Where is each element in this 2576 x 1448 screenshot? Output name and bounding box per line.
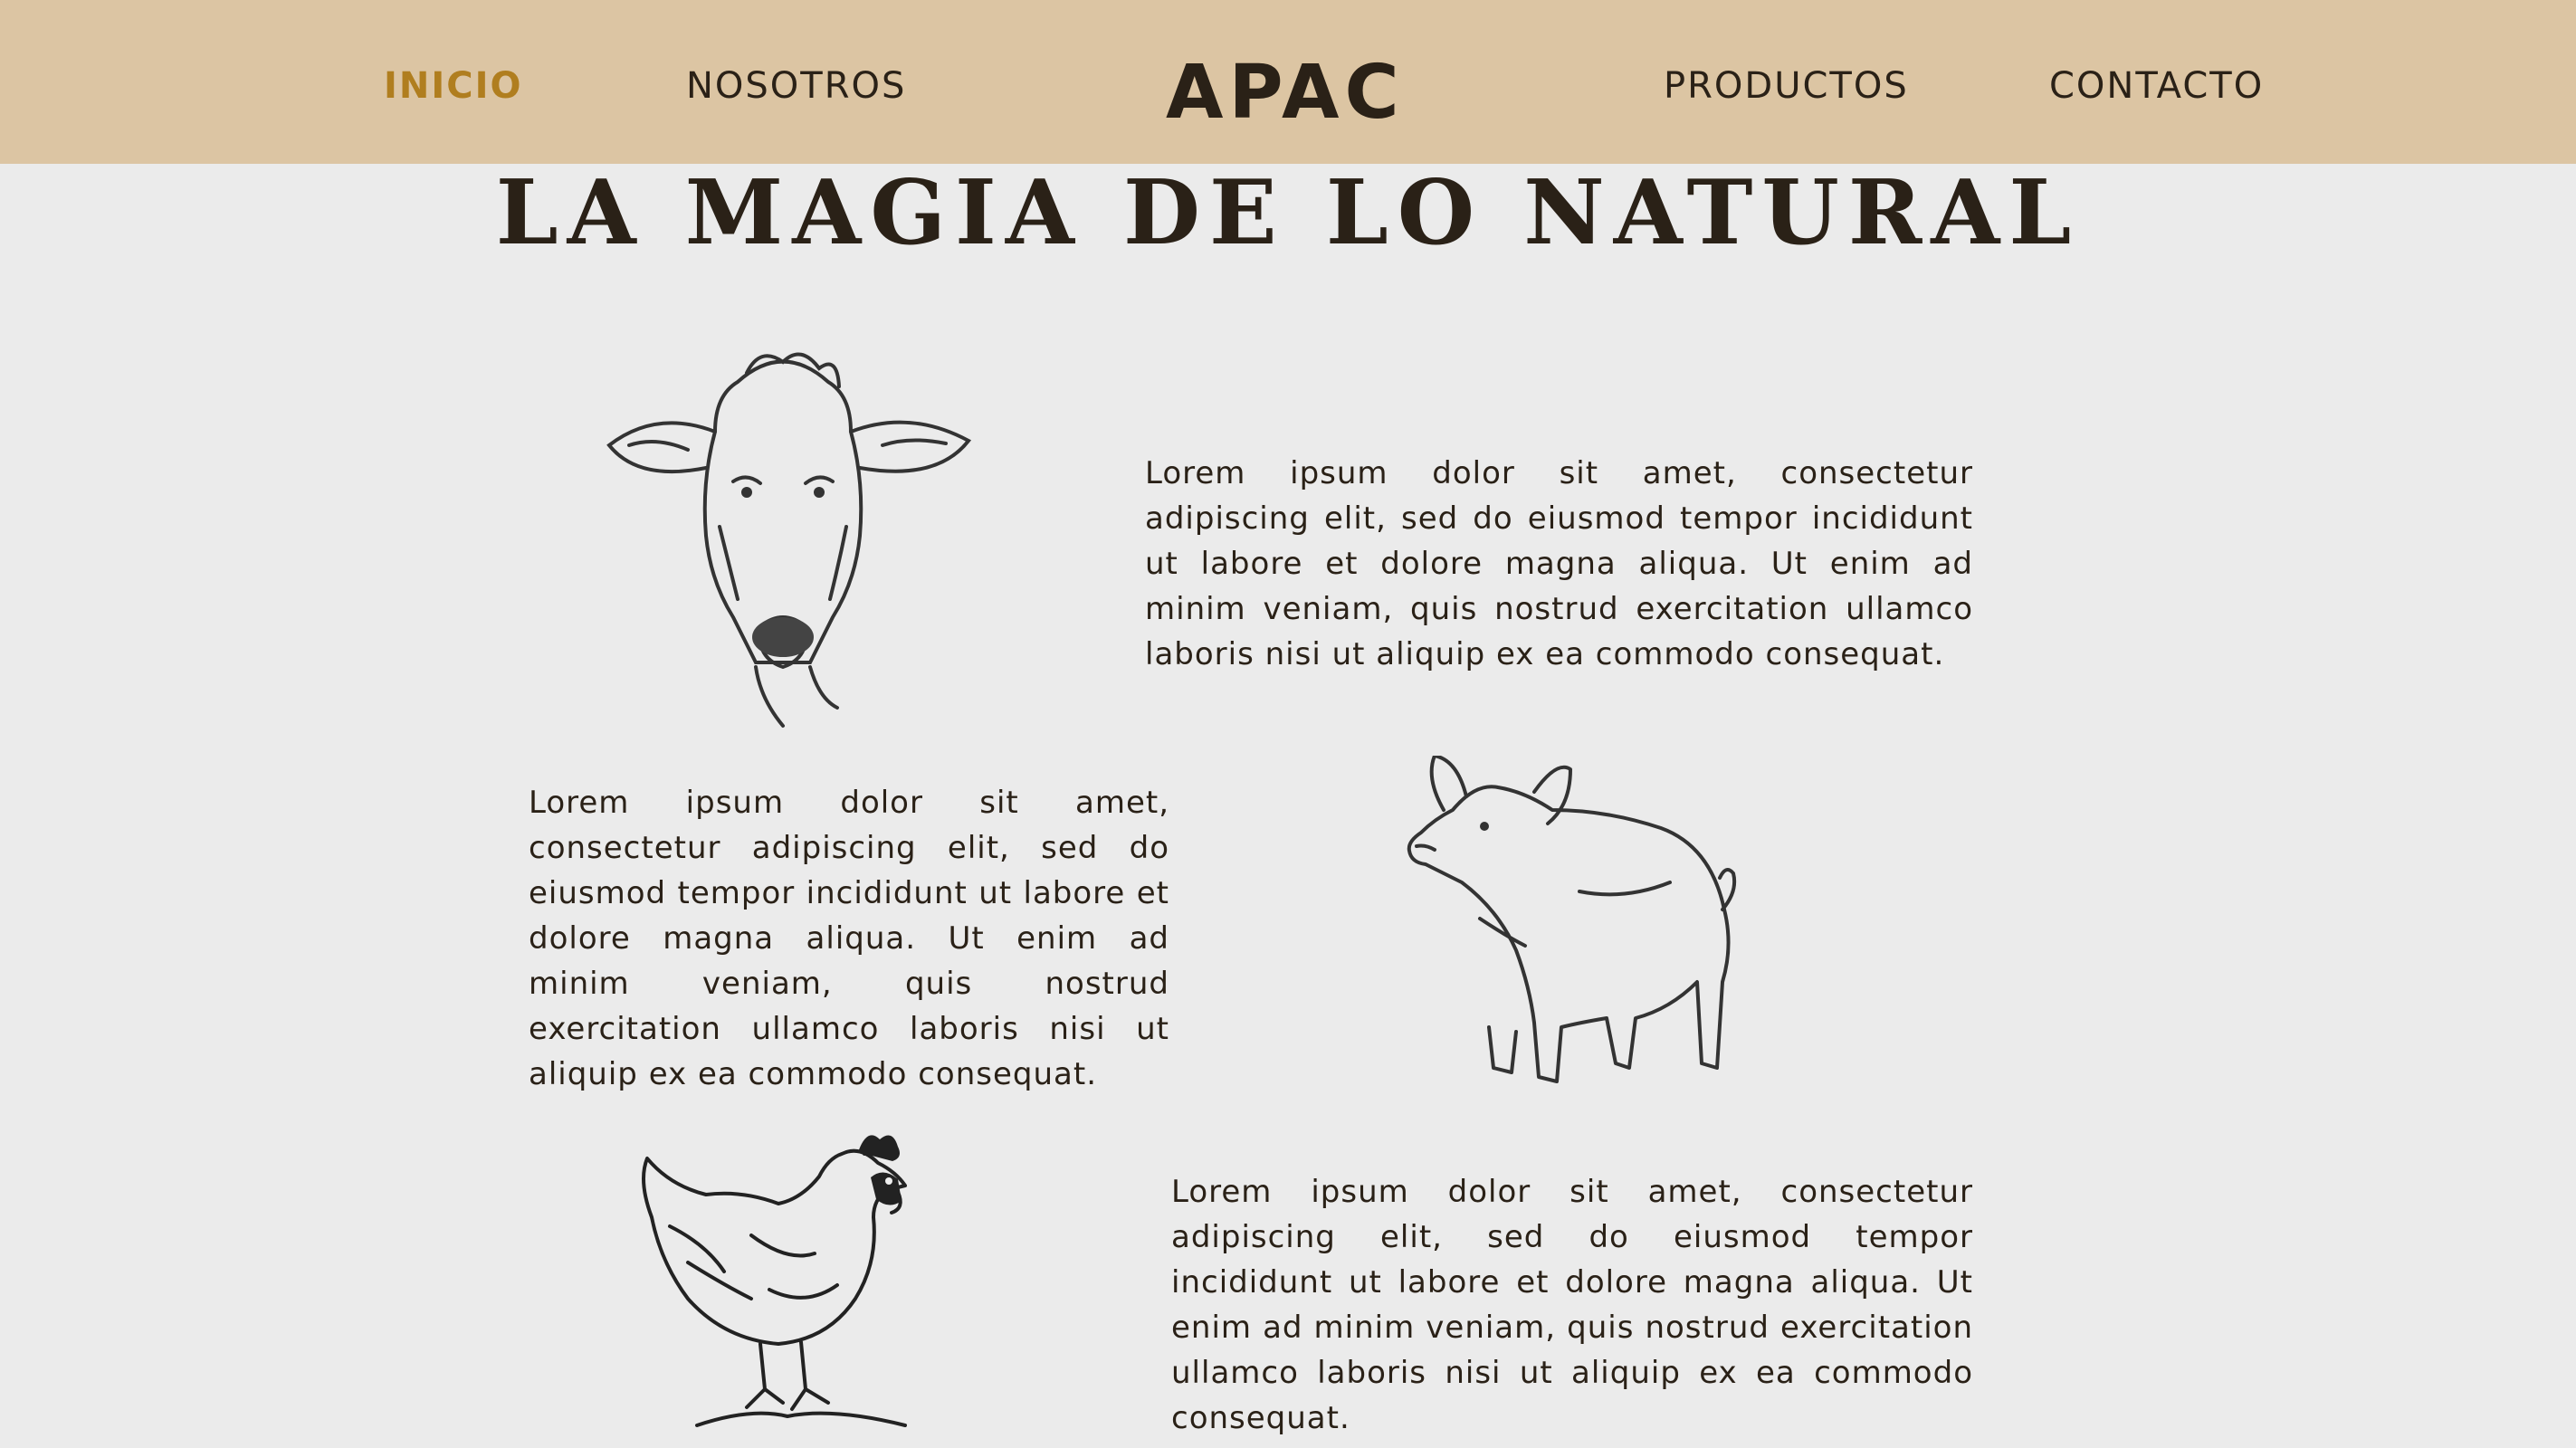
- page-headline: LA MAGIA DE LO NATURAL: [495, 161, 2081, 265]
- cow-illustration: [602, 346, 973, 735]
- nav-link-contacto[interactable]: CONTACTO: [2049, 65, 2264, 107]
- pig-illustration: [1398, 756, 1742, 1095]
- cow-description: Lorem ipsum dolor sit amet, consectetur …: [1145, 455, 1973, 672]
- hen-illustration: [634, 1127, 932, 1430]
- nav-link-productos[interactable]: PRODUCTOS: [1664, 65, 1909, 107]
- site-logo[interactable]: APAC: [1166, 50, 1405, 136]
- nav-link-nosotros[interactable]: NOSOTROS: [686, 65, 906, 107]
- nav-link-inicio[interactable]: INICIO: [384, 65, 522, 107]
- pig-description: Lorem ipsum dolor sit amet, consectetur …: [529, 785, 1169, 1092]
- top-navigation-bar: INICIO NOSOTROS APAC PRODUCTOS CONTACTO: [0, 0, 2576, 164]
- hen-description: Lorem ipsum dolor sit amet, consectetur …: [1171, 1174, 1973, 1436]
